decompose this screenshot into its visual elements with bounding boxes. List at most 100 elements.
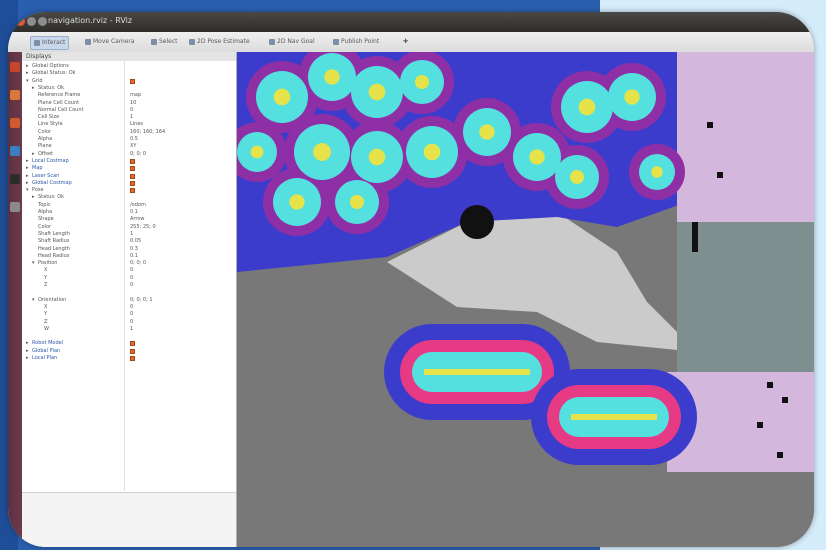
expand-toggle-icon[interactable]: ▸: [26, 180, 30, 187]
row-value[interactable]: 0; 0; 0; 1: [130, 297, 153, 304]
enable-checkbox[interactable]: [130, 348, 135, 354]
tree-row[interactable]: ▸ Offset 0; 0; 0: [22, 151, 236, 158]
expand-toggle-icon[interactable]: ▾: [32, 297, 36, 304]
tree-row[interactable]: ▸ Map: [22, 165, 236, 172]
close-icon[interactable]: [16, 17, 25, 26]
tree-row[interactable]: Plane Cell Count 10: [22, 100, 236, 107]
tree-row[interactable]: Plane XY: [22, 143, 236, 150]
tree-row[interactable]: X0: [22, 304, 236, 311]
row-value[interactable]: Lines: [130, 121, 143, 128]
tree-row[interactable]: Shaft Radius 0.05: [22, 238, 236, 245]
expand-toggle-icon[interactable]: ▾: [26, 187, 30, 194]
enable-checkbox[interactable]: [130, 188, 135, 194]
costmap-view[interactable]: [237, 52, 814, 547]
row-value[interactable]: 0: [130, 107, 133, 114]
tree-row[interactable]: Color 160; 160; 164: [22, 129, 236, 136]
enable-checkbox[interactable]: [130, 173, 135, 179]
expand-toggle-icon[interactable]: ▸: [26, 158, 30, 165]
tree-row[interactable]: Y0: [22, 275, 236, 282]
row-value[interactable]: 255; 25; 0: [130, 224, 156, 231]
tree-row[interactable]: Shape Arrow: [22, 216, 236, 223]
enable-checkbox[interactable]: [130, 341, 135, 347]
tree-row[interactable]: ▾ Orientation 0; 0; 0; 1: [22, 297, 236, 304]
tool-2d-nav-goal[interactable]: 2D Nav Goal: [266, 36, 318, 48]
expand-toggle-icon[interactable]: ▸: [32, 194, 36, 201]
tree-row[interactable]: X0: [22, 267, 236, 274]
row-value[interactable]: 10: [130, 100, 136, 107]
row-value[interactable]: 1: [130, 114, 133, 121]
row-value[interactable]: 0.1: [130, 209, 138, 216]
enable-checkbox[interactable]: [130, 78, 135, 84]
tree-row[interactable]: Line Style Lines: [22, 121, 236, 128]
row-value[interactable]: 1: [130, 326, 133, 333]
tree-row[interactable]: Y0: [22, 311, 236, 318]
tree-row[interactable]: ▸ Robot Model: [22, 340, 236, 347]
row-value[interactable]: 0; 0; 0: [130, 260, 146, 267]
tool-move-camera[interactable]: Move Camera: [82, 36, 138, 48]
expand-toggle-icon[interactable]: ▸: [26, 340, 30, 347]
browser-icon[interactable]: [10, 118, 20, 128]
row-value[interactable]: 0: [130, 311, 133, 318]
minimize-icon[interactable]: [27, 17, 36, 26]
tree-row[interactable]: Topic/odom: [22, 202, 236, 209]
dash-icon[interactable]: [10, 62, 20, 72]
office-icon[interactable]: [10, 146, 20, 156]
row-value[interactable]: 0: [130, 304, 133, 311]
tool-add[interactable]: ✚: [400, 36, 411, 48]
row-value[interactable]: 1: [130, 231, 133, 238]
tree-row[interactable]: Head Radius 0.1: [22, 253, 236, 260]
tree-row[interactable]: Normal Cell Count 0: [22, 107, 236, 114]
row-value[interactable]: 0: [130, 282, 133, 289]
tree-row[interactable]: ▾ Position 0; 0; 0: [22, 260, 236, 267]
expand-toggle-icon[interactable]: ▸: [32, 85, 36, 92]
tree-row[interactable]: ▾ Pose: [22, 187, 236, 194]
tree-row[interactable]: Reference Frame map: [22, 92, 236, 99]
tree-row[interactable]: W1: [22, 326, 236, 333]
expand-toggle-icon[interactable]: ▸: [26, 348, 30, 355]
tree-row[interactable]: ▸ Global Status: Ok: [22, 70, 236, 77]
tool-publish-point[interactable]: Publish Point: [330, 36, 382, 48]
tree-row[interactable]: ▸ Global Options: [22, 63, 236, 70]
tree-row[interactable]: Z0: [22, 319, 236, 326]
tree-row[interactable]: ▾ Grid: [22, 78, 236, 85]
expand-toggle-icon[interactable]: ▸: [26, 63, 30, 70]
tree-row[interactable]: Alpha 0.5: [22, 136, 236, 143]
tree-row[interactable]: ▸ Global Plan: [22, 348, 236, 355]
expand-toggle-icon[interactable]: ▸: [26, 173, 30, 180]
tool-interact[interactable]: Interact: [30, 36, 70, 50]
row-value[interactable]: map: [130, 92, 141, 99]
enable-checkbox[interactable]: [130, 166, 135, 172]
expand-toggle-icon[interactable]: ▸: [26, 165, 30, 172]
tree-row[interactable]: ▸ Status: Ok: [22, 85, 236, 92]
row-value[interactable]: 0.5: [130, 136, 138, 143]
render-view[interactable]: [237, 52, 814, 547]
row-value[interactable]: Arrow: [130, 216, 144, 223]
row-value[interactable]: 160; 160; 164: [130, 129, 165, 136]
tree-row[interactable]: Alpha 0.1: [22, 209, 236, 216]
row-value[interactable]: 0; 0; 0: [130, 151, 146, 158]
enable-checkbox[interactable]: [130, 180, 135, 186]
row-value[interactable]: 0: [130, 275, 133, 282]
tree-row[interactable]: [22, 333, 236, 340]
tool-select[interactable]: Select: [148, 36, 181, 48]
row-value[interactable]: XY: [130, 143, 136, 150]
expand-toggle-icon[interactable]: ▸: [26, 70, 30, 77]
row-value[interactable]: 0.1: [130, 253, 138, 260]
expand-toggle-icon[interactable]: ▾: [26, 78, 30, 85]
row-value[interactable]: 0.3: [130, 246, 138, 253]
row-value[interactable]: 0: [130, 319, 133, 326]
enable-checkbox[interactable]: [130, 356, 135, 361]
files-icon[interactable]: [10, 90, 20, 100]
row-value[interactable]: 0.05: [130, 238, 141, 245]
enable-checkbox[interactable]: [130, 158, 135, 164]
tree-row[interactable]: Shaft Length 1: [22, 231, 236, 238]
tree-row[interactable]: [22, 289, 236, 296]
settings-icon[interactable]: [10, 202, 20, 212]
tree-row[interactable]: Head Length 0.3: [22, 246, 236, 253]
tree-row[interactable]: Cell Size 1: [22, 114, 236, 121]
tree-row[interactable]: ▸ Laser Scan: [22, 173, 236, 180]
tree-row[interactable]: Color 255; 25; 0: [22, 224, 236, 231]
row-value[interactable]: /odom: [130, 202, 146, 209]
terminal-icon[interactable]: [10, 174, 20, 184]
expand-toggle-icon[interactable]: ▸: [32, 151, 36, 158]
